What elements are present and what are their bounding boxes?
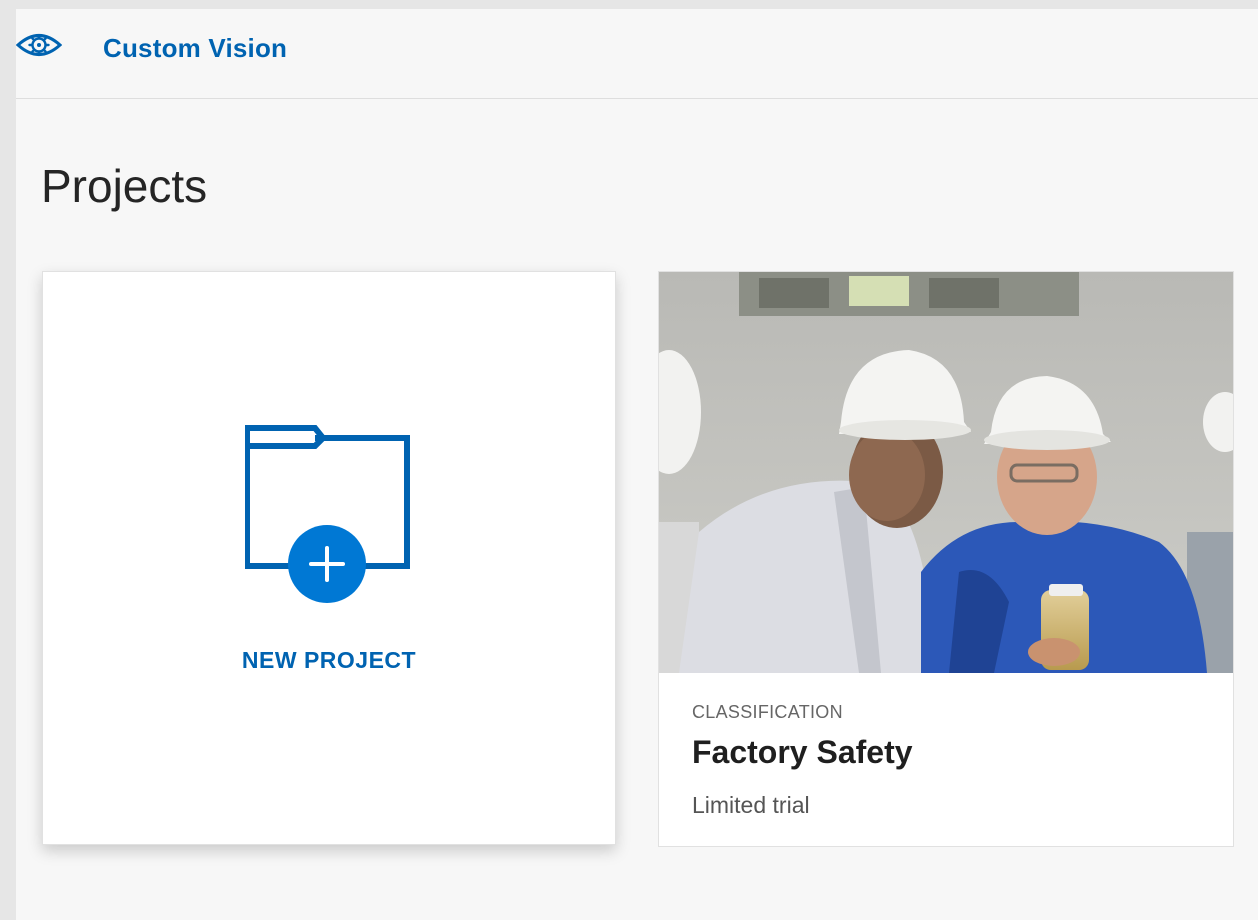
page-title: Projects xyxy=(41,160,208,212)
top-bar: Custom Vision xyxy=(16,9,1258,99)
project-thumbnail-image xyxy=(659,272,1233,673)
app-window: Custom Vision Projects NEW PROJECT CLASS… xyxy=(16,9,1258,920)
new-project-label: NEW PROJECT xyxy=(241,647,417,673)
folder-plus-icon xyxy=(245,425,410,603)
brand-title[interactable]: Custom Vision xyxy=(103,33,287,64)
project-tier: Limited trial xyxy=(692,792,810,818)
project-name: Factory Safety xyxy=(692,734,913,770)
new-project-card[interactable]: NEW PROJECT xyxy=(42,271,616,845)
project-type: CLASSIFICATION xyxy=(692,702,843,722)
project-card-factory-safety[interactable]: CLASSIFICATION Factory Safety Limited tr… xyxy=(658,271,1234,847)
eye-gear-icon[interactable] xyxy=(16,29,62,61)
